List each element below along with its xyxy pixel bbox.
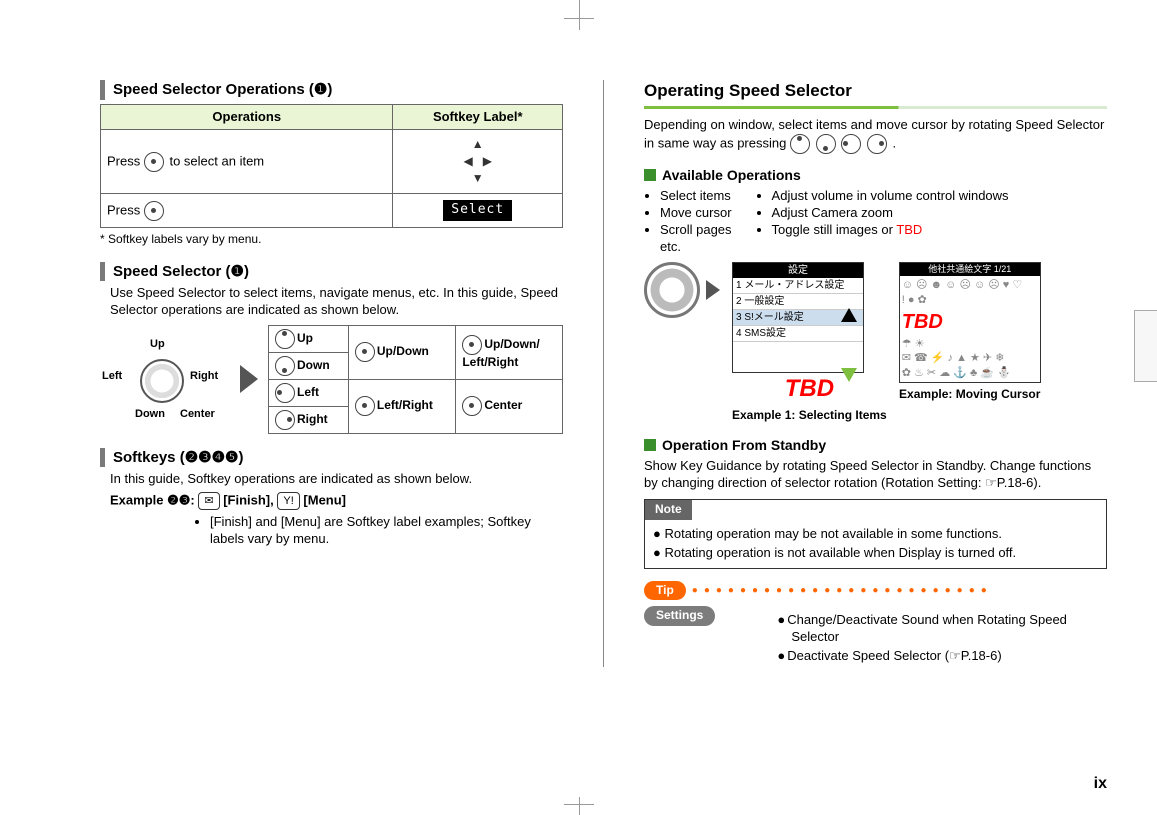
subheading-available-ops: Available Operations	[644, 166, 1107, 184]
note-item-1: Rotating operation may be not available …	[653, 526, 1098, 543]
tip-badge: Tip	[644, 581, 686, 601]
multi-selector-icon	[144, 152, 164, 172]
selector-dial-icon	[140, 359, 184, 403]
emoji-grid: ☺ ☹ ☻ ☺ ☹ ☺ ☹ ♥ ♡! ● ✿ TBD ☂ ☀✉ ☎ ⚡ ♪ ▲ …	[900, 276, 1040, 381]
heading-speed-selector-ops: Speed Selector Operations (❶)	[100, 80, 563, 100]
operating-intro: Depending on window, select items and mo…	[644, 117, 1107, 154]
diag-left-label: Left	[102, 369, 122, 383]
caption-example-1: Example 1: Selecting Items	[732, 408, 887, 424]
tbd-label-1: TBD	[732, 373, 887, 404]
th-operations: Operations	[101, 104, 393, 130]
up-icon	[790, 134, 810, 154]
heading-underline	[644, 106, 1107, 109]
row1-operation: Press to select an item	[101, 130, 393, 194]
center-key-icon	[144, 201, 164, 221]
key-legend-table: Up Up/Down Up/Down/ Left/Right Down Left…	[268, 325, 563, 434]
caption-example-2: Example: Moving Cursor	[899, 387, 1041, 403]
diag-down-label: Down	[135, 407, 165, 421]
diag-up-label: Up	[150, 337, 165, 351]
example-screen-2: 他社共通絵文字 1/21 ☺ ☹ ☻ ☺ ☹ ☺ ☹ ♥ ♡! ● ✿ TBD …	[899, 262, 1041, 383]
arrow-right-small-icon	[706, 280, 720, 300]
example-bullet-1: [Finish] and [Menu] are Softkey label ex…	[210, 514, 563, 548]
arrow-right-icon	[240, 365, 258, 393]
example-screen-1: 設定 1 メール・アドレス設定 2 一般設定 3 S!メール設定 4 SMS設定	[732, 262, 864, 373]
right-icon	[867, 134, 887, 154]
arrows-udlr-icon: ▲◀ ▶▼	[464, 137, 492, 185]
yahoo-softkey-icon: Y!	[277, 492, 299, 510]
down-key-icon	[275, 356, 295, 376]
down-icon	[816, 134, 836, 154]
up-key-icon	[275, 329, 295, 349]
standby-desc: Show Key Guidance by rotating Speed Sele…	[644, 458, 1107, 492]
softkeys-desc: In this guide, Softkey operations are in…	[100, 471, 563, 488]
heading-speed-selector: Speed Selector (❶)	[100, 262, 563, 282]
settings-item-1: Change/Deactivate Sound when Rotating Sp…	[791, 612, 1107, 646]
ops-list-b: Adjust volume in volume control windows …	[756, 188, 1009, 256]
diag-center-label: Center	[180, 407, 215, 421]
row2-operation: Press	[101, 194, 393, 228]
center-key-icon-2	[462, 396, 482, 416]
square-bullet-icon	[644, 169, 656, 181]
right-key-icon	[275, 410, 295, 430]
settings-badge: Settings	[644, 606, 715, 626]
updown-key-icon	[355, 342, 375, 362]
note-item-2: Rotating operation is not available when…	[653, 545, 1098, 562]
table-footnote: * Softkey labels vary by menu.	[100, 232, 563, 248]
left-icon	[841, 134, 861, 154]
heading-operating: Operating Speed Selector	[644, 80, 1107, 102]
diag-right-label: Right	[190, 369, 218, 383]
subheading-standby: Operation From Standby	[644, 436, 1107, 454]
operations-table: Operations Softkey Label* Press to selec…	[100, 104, 563, 228]
softkeys-example: Example ❷❸: ✉ [Finish], Y! [Menu]	[100, 492, 563, 510]
udlr-key-icon	[462, 335, 482, 355]
leftright-key-icon	[355, 396, 375, 416]
ops-etc: etc.	[644, 239, 732, 256]
note-header: Note	[645, 500, 692, 520]
settings-item-2: Deactivate Speed Selector (☞P.18-6)	[791, 648, 1107, 665]
speed-selector-desc: Use Speed Selector to select items, navi…	[100, 285, 563, 319]
select-softkey-badge: Select	[443, 200, 512, 221]
page-number: ix	[1094, 774, 1107, 795]
square-bullet-icon-2	[644, 439, 656, 451]
selector-diagram: Up Left Right Down Center	[100, 329, 230, 429]
heading-softkeys: Softkeys (❷❸❹❺)	[100, 448, 563, 468]
note-box: Note Rotating operation may be not avail…	[644, 499, 1107, 568]
left-key-icon	[275, 383, 295, 403]
ops-list-a: Select items Move cursor Scroll pages	[644, 188, 732, 239]
row1-softkey-label: ▲◀ ▶▼	[393, 130, 563, 194]
mail-softkey-icon: ✉	[198, 492, 219, 510]
th-softkey-label: Softkey Label*	[393, 104, 563, 130]
row2-softkey-label: Select	[393, 194, 563, 228]
dotted-line: ●●●●●●●●●●●●●●●●●●●●●●●●●	[692, 584, 1107, 597]
selector-dial-large-icon	[644, 262, 700, 318]
